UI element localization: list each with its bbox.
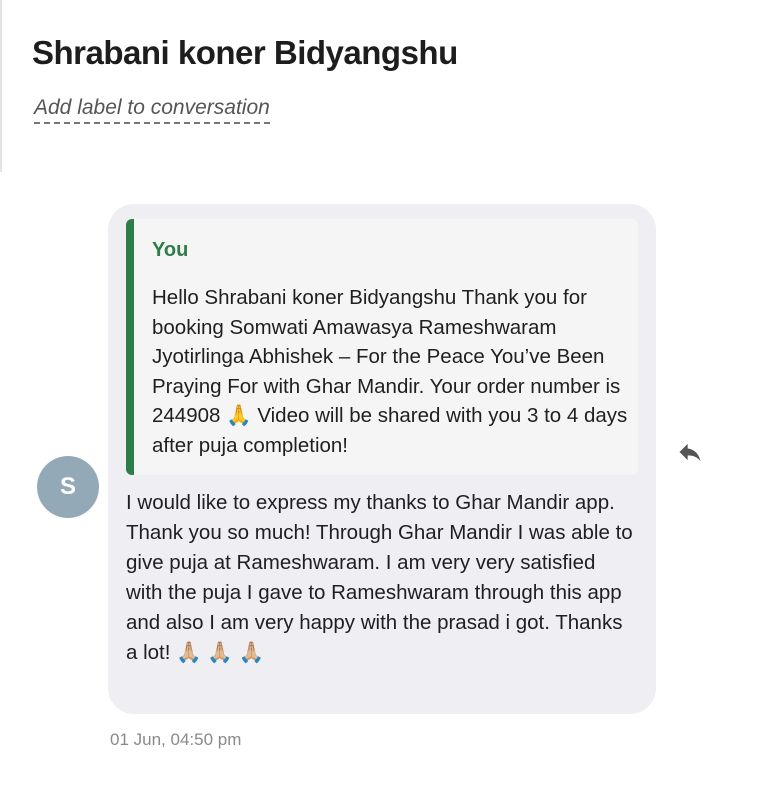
avatar[interactable]: S [37, 456, 99, 518]
quoted-author: You [152, 239, 189, 261]
message-text: I would like to express my thanks to Gha… [126, 491, 633, 664]
quoted-text: Hello Shrabani koner Bidyangshu Thank yo… [152, 286, 628, 457]
reply-icon[interactable] [674, 438, 706, 466]
quoted-message[interactable]: You Hello Shrabani koner Bidyangshu Than… [126, 219, 638, 475]
conversation-header: Shrabani koner Bidyangshu Add label to c… [32, 34, 458, 124]
message-timestamp: 01 Jun, 04:50 pm [110, 730, 242, 749]
conversation-title: Shrabani koner Bidyangshu [32, 34, 458, 71]
add-label-link[interactable]: Add label to conversation [34, 96, 270, 124]
quote-accent-bar [126, 219, 134, 475]
message-bubble: You Hello Shrabani koner Bidyangshu Than… [108, 204, 656, 714]
panel-divider [0, 0, 2, 172]
